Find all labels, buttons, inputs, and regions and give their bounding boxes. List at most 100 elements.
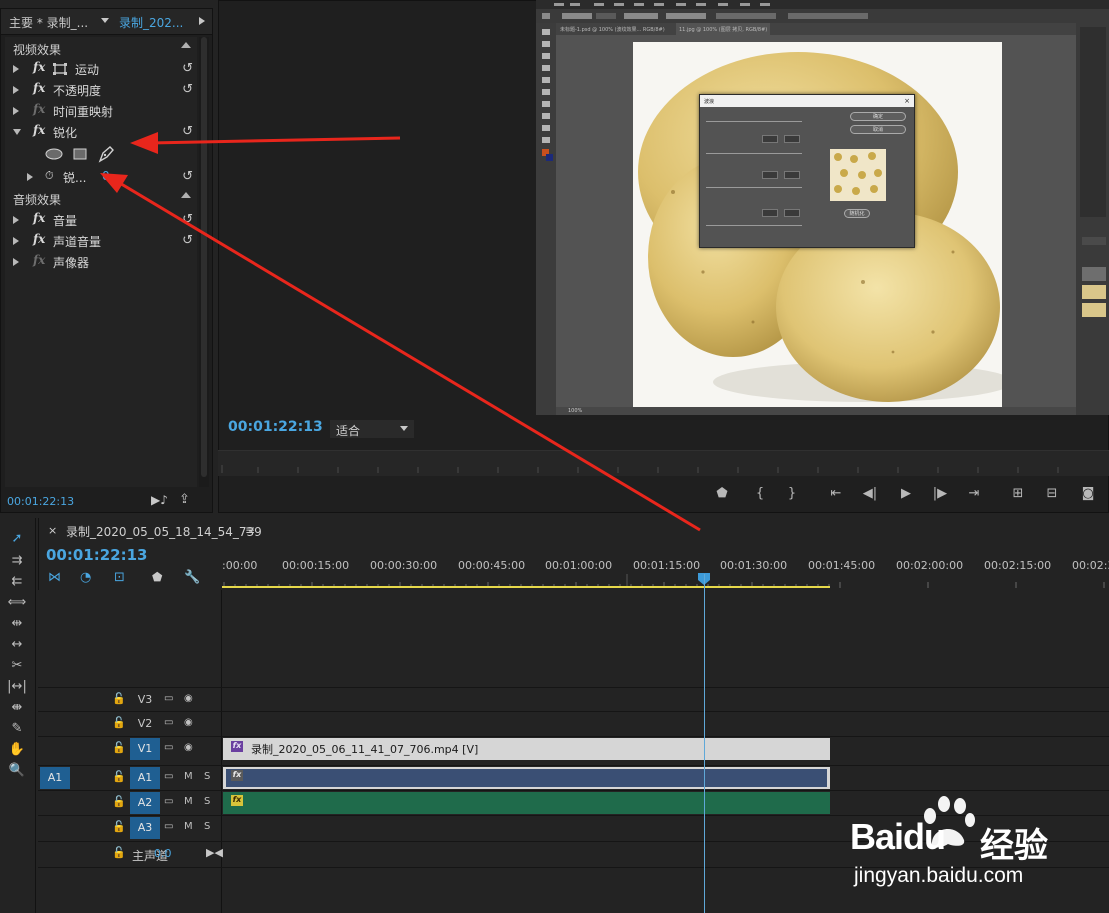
ripple-edit-tool-icon[interactable]: ⟺ <box>6 594 28 612</box>
collapse-triangle-icon[interactable] <box>13 129 21 135</box>
sync-lock-icon[interactable]: ▭ <box>164 821 173 832</box>
track-target-a3[interactable]: A3 <box>130 817 160 839</box>
expand-triangle-icon[interactable] <box>13 107 19 115</box>
razor-tool-icon[interactable]: ✂ <box>6 657 28 675</box>
linked-selection-icon[interactable]: ◔ <box>80 570 91 585</box>
effect-row-channel-volume[interactable]: fx 声道音量 ↺ <box>9 231 197 251</box>
track-target-v1[interactable]: V1 <box>130 738 160 760</box>
scale-slider[interactable] <box>706 225 802 226</box>
lock-icon[interactable]: 🔓 <box>112 770 126 783</box>
step-forward-icon[interactable]: |▶ <box>930 484 950 504</box>
audio-clip-a1[interactable]: fx <box>223 767 830 789</box>
lock-icon[interactable]: 🔓 <box>112 741 126 754</box>
wavelength-slider[interactable] <box>706 153 802 154</box>
rolling-edit-tool-icon[interactable]: ⇹ <box>6 615 28 633</box>
lock-icon[interactable]: 🔓 <box>112 795 126 808</box>
zoom-tool-icon[interactable]: 🔍 <box>6 762 28 780</box>
sync-lock-icon[interactable]: ▭ <box>164 796 173 807</box>
hand-tool-icon[interactable]: ✋ <box>6 741 28 759</box>
param-value-sharpen-amount[interactable]: 0 <box>102 169 110 183</box>
tab-main-source[interactable]: 主要 * 录制_... <box>9 14 88 31</box>
ps-doc-tab-1[interactable]: 未标题-1.psd @ 100% (波纹效果... RGB/8#) <box>560 26 665 33</box>
selection-tool-icon[interactable]: ➚ <box>6 530 28 548</box>
effect-row-opacity[interactable]: fx 不透明度 ↺ <box>9 80 197 100</box>
program-timecode[interactable]: 00:01:22:13 <box>228 419 323 435</box>
tab-effect-controls[interactable]: 录制_202... <box>119 14 183 31</box>
tab-dropdown-icon[interactable] <box>101 18 109 23</box>
source-patch-a1[interactable]: A1 <box>40 767 70 789</box>
slide-tool-icon[interactable]: ⇼ <box>6 699 28 717</box>
expand-triangle-icon[interactable] <box>27 173 33 181</box>
wrench-icon[interactable]: 🔧 <box>184 570 200 585</box>
effect-controls-scrollbar[interactable] <box>199 37 209 487</box>
value-box[interactable] <box>784 171 800 179</box>
reset-icon[interactable]: ↺ <box>182 169 193 184</box>
mark-in-icon[interactable]: { <box>750 484 770 504</box>
track-target-a2[interactable]: A2 <box>130 792 160 814</box>
stopwatch-icon[interactable]: ⏱ <box>45 169 54 183</box>
add-marker-icon[interactable]: ⊡ <box>114 570 125 585</box>
playhead-line[interactable] <box>704 574 705 913</box>
program-monitor-scrubber[interactable] <box>218 450 1109 476</box>
slip-tool-icon[interactable]: |↔| <box>6 678 28 696</box>
collapse-icon[interactable] <box>181 42 191 48</box>
fx-badge[interactable]: fx <box>231 795 243 806</box>
solo-button[interactable]: S <box>204 771 210 782</box>
mark-out-icon[interactable]: } <box>782 484 802 504</box>
export-icon[interactable]: ⇪ <box>179 492 190 507</box>
eye-icon[interactable]: ◉ <box>184 693 193 704</box>
reset-icon[interactable]: ↺ <box>182 212 193 227</box>
value-box[interactable] <box>784 209 800 217</box>
effect-row-sharpen[interactable]: fx 锐化 ↺ <box>9 122 197 142</box>
effect-controls-timecode[interactable]: 00:01:22:13 <box>7 495 74 508</box>
track-target-v3[interactable]: V3 <box>130 689 160 711</box>
reset-icon[interactable]: ↺ <box>182 233 193 248</box>
sequence-tab[interactable]: 录制_2020_05_05_18_14_54_739 <box>66 523 262 540</box>
lock-icon[interactable]: 🔓 <box>112 692 126 705</box>
expand-triangle-icon[interactable] <box>13 237 19 245</box>
sync-lock-icon[interactable]: ▭ <box>164 771 173 782</box>
track-target-v2[interactable]: V2 <box>130 713 160 735</box>
marker-icon[interactable]: ⬟ <box>152 570 162 584</box>
ps-doc-tab-2[interactable]: 11.jpg @ 100% (图层 拷贝, RGB/8#) <box>676 23 771 35</box>
eye-icon[interactable]: ◉ <box>184 717 193 728</box>
effect-row-motion[interactable]: fx 运动 ↺ <box>9 59 197 79</box>
effect-row-sharpen-amount[interactable]: ⏱ 锐... 0 ↺ <box>9 167 197 187</box>
go-to-in-icon[interactable]: ⇤ <box>826 484 846 504</box>
play-icon[interactable]: ▶ <box>896 484 916 504</box>
tab-overflow-icon[interactable] <box>199 17 205 25</box>
expand-triangle-icon[interactable] <box>13 86 19 94</box>
solo-button[interactable]: S <box>204 796 210 807</box>
rate-stretch-tool-icon[interactable]: ↔ <box>6 636 28 654</box>
timeline-timecode[interactable]: 00:01:22:13 <box>46 546 148 564</box>
extract-icon[interactable]: ⊟ <box>1042 484 1062 504</box>
reset-icon[interactable]: ↺ <box>182 61 193 76</box>
master-volume-value[interactable]: 0.0 <box>154 847 172 860</box>
step-back-icon[interactable]: ◀| <box>860 484 880 504</box>
play-audio-icon[interactable]: ▶♪ <box>151 493 168 507</box>
effect-row-time-remap[interactable]: fx 时间重映射 <box>9 101 197 121</box>
pen-mask-icon[interactable] <box>97 145 115 163</box>
value-box[interactable] <box>762 171 778 179</box>
fx-icon[interactable]: fx <box>33 123 45 137</box>
solo-button[interactable]: S <box>204 821 210 832</box>
mute-button[interactable]: M <box>184 796 193 807</box>
fit-zoom-select[interactable]: 适合 <box>330 420 414 438</box>
audio-clip-a2[interactable]: fx <box>223 792 830 814</box>
sync-lock-icon[interactable]: ▭ <box>164 742 173 753</box>
fx-icon[interactable]: fx <box>33 211 45 225</box>
mute-button[interactable]: M <box>184 821 193 832</box>
value-box[interactable] <box>762 209 778 217</box>
amplitude-slider[interactable] <box>706 187 802 188</box>
reset-icon[interactable]: ↺ <box>182 82 193 97</box>
timeline-ruler[interactable]: :00:00 00:00:15:00 00:00:30:00 00:00:45:… <box>222 556 1109 590</box>
track-target-a1[interactable]: A1 <box>130 767 160 789</box>
sync-lock-icon[interactable]: ▭ <box>164 693 173 704</box>
sequence-menu-icon[interactable]: ≡ <box>245 523 255 537</box>
fx-badge[interactable]: fx <box>231 741 243 752</box>
lock-icon[interactable]: 🔓 <box>112 820 126 833</box>
add-marker-icon[interactable]: ⬟ <box>712 484 732 504</box>
sync-lock-icon[interactable]: ▭ <box>164 717 173 728</box>
fx-icon[interactable]: fx <box>33 81 45 95</box>
ok-button[interactable]: 确定 <box>850 112 906 121</box>
